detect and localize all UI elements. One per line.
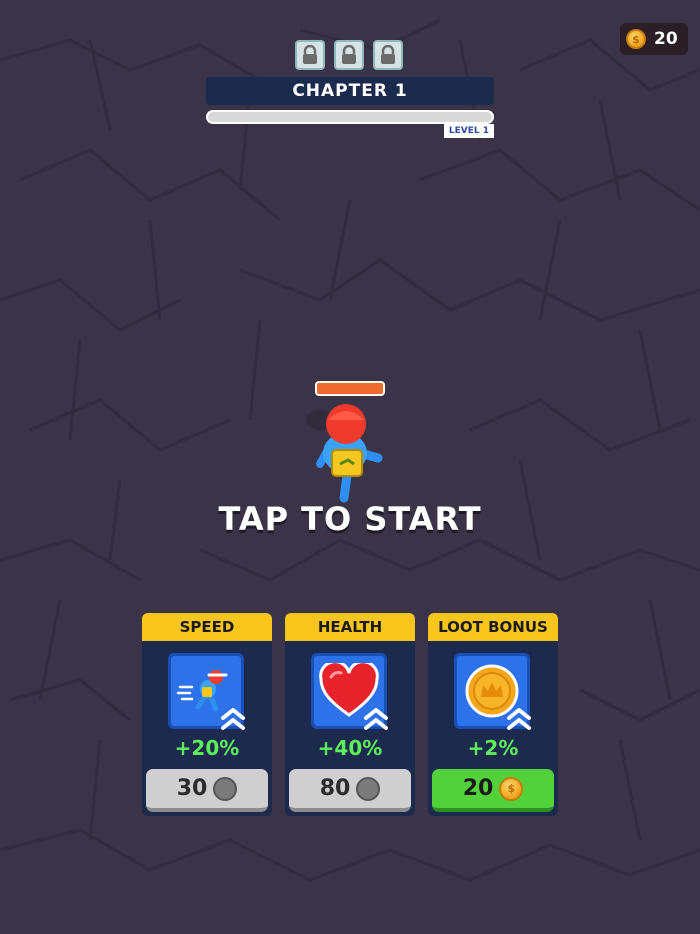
upgrade-bonus: +20%	[174, 736, 240, 760]
upgrade-title: SPEED	[142, 613, 272, 641]
coin-icon: $	[499, 776, 524, 801]
upgrade-title: HEALTH	[285, 613, 415, 641]
upgrade-cost: 80	[319, 776, 351, 801]
player-health-bar	[315, 381, 385, 396]
level-label: LEVEL 1	[444, 124, 494, 138]
chapter-title: CHAPTER 1	[206, 77, 494, 105]
buy-speed-button[interactable]: 30	[146, 769, 268, 812]
upgrade-chevrons-icon	[507, 708, 531, 730]
upgrade-card-speed: SPEED +20% 30	[142, 613, 272, 816]
coin-amount: 20	[654, 29, 678, 49]
upgrade-icon-frame	[168, 653, 245, 730]
upgrade-bonus: +2%	[467, 736, 519, 760]
lock-icon	[373, 40, 403, 70]
upgrade-bonus: +40%	[317, 736, 383, 760]
coin-icon: $	[626, 29, 646, 49]
coin-counter: $ 20	[620, 23, 688, 55]
upgrade-icon-frame	[311, 653, 388, 730]
upgrade-card-health: HEALTH +40% 80	[285, 613, 415, 816]
upgrade-cost: 20	[462, 776, 494, 801]
buy-health-button[interactable]: 80	[289, 769, 411, 812]
lock-icon	[334, 40, 364, 70]
chapter-progress-bar	[206, 110, 494, 124]
tap-to-start-prompt[interactable]: TAP TO START	[150, 500, 550, 538]
upgrade-title: LOOT BONUS	[428, 613, 558, 641]
buy-loot-bonus-button[interactable]: 20 $	[432, 769, 554, 812]
upgrade-cost: 30	[176, 776, 208, 801]
upgrade-card-loot-bonus: LOOT BONUS +2% 20 $	[428, 613, 558, 816]
player-character	[306, 404, 383, 503]
upgrade-icon-frame	[454, 653, 531, 730]
lock-icon	[295, 40, 325, 70]
coin-icon	[213, 776, 238, 801]
upgrade-chevrons-icon	[364, 708, 388, 730]
upgrade-chevrons-icon	[221, 708, 245, 730]
coin-icon	[356, 776, 381, 801]
